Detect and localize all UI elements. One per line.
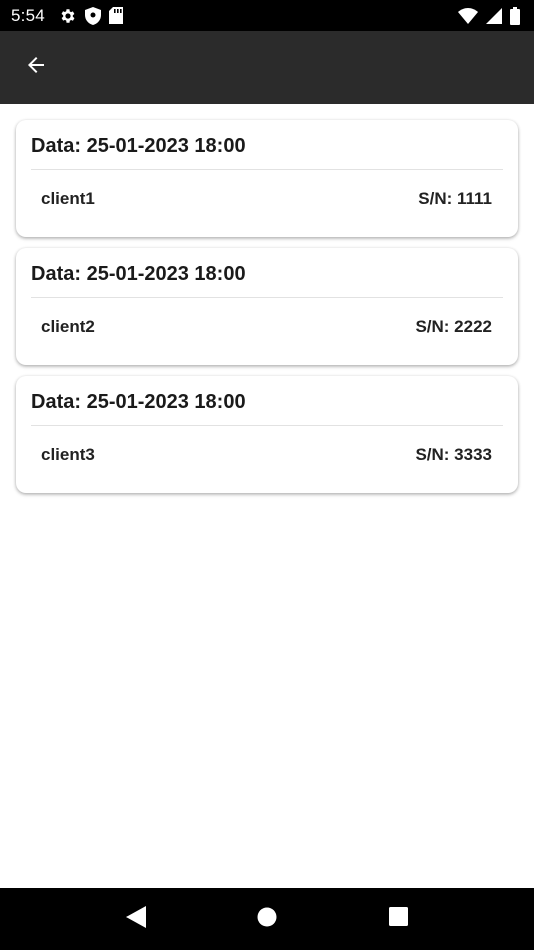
record-card[interactable]: Data: 25-01-2023 18:00 client3 S/N: 3333: [16, 376, 518, 493]
record-card[interactable]: Data: 25-01-2023 18:00 client1 S/N: 1111: [16, 120, 518, 237]
record-details: client3 S/N: 3333: [31, 426, 503, 488]
cell-signal-icon: [486, 7, 502, 24]
system-nav-bar: [0, 888, 534, 950]
record-client: client1: [41, 189, 95, 208]
wifi-icon: [458, 7, 478, 24]
record-serial: S/N: 2222: [415, 317, 492, 336]
record-client: client2: [41, 317, 95, 336]
status-right: [458, 6, 520, 25]
record-card[interactable]: Data: 25-01-2023 18:00 client2 S/N: 2222: [16, 248, 518, 365]
nav-recents-button[interactable]: [374, 895, 422, 943]
record-list: Data: 25-01-2023 18:00 client1 S/N: 1111…: [16, 120, 518, 493]
status-time: 5:54: [11, 5, 45, 25]
nav-home-button[interactable]: [243, 895, 291, 943]
recents-square-icon: [388, 907, 408, 931]
back-triangle-icon: [125, 905, 146, 933]
battery-icon: [510, 6, 520, 25]
app-bar: [0, 31, 534, 104]
record-client: client3: [41, 445, 95, 464]
record-date: Data: 25-01-2023 18:00: [31, 376, 503, 426]
status-left: 5:54: [11, 6, 123, 26]
record-details: client2 S/N: 2222: [31, 298, 503, 360]
record-date: Data: 25-01-2023 18:00: [31, 248, 503, 298]
arrow-back-icon: [24, 53, 48, 82]
gear-icon: [59, 7, 77, 25]
record-details: client1 S/N: 1111: [31, 170, 503, 232]
nav-back-button[interactable]: [112, 895, 160, 943]
shield-icon: [84, 6, 101, 25]
status-bar: 5:54: [0, 0, 534, 31]
record-serial: S/N: 1111: [418, 189, 492, 208]
home-circle-icon: [257, 907, 277, 932]
back-button[interactable]: [12, 44, 60, 92]
record-serial: S/N: 3333: [415, 445, 492, 464]
record-date: Data: 25-01-2023 18:00: [31, 120, 503, 170]
sd-card-icon: [108, 7, 123, 24]
